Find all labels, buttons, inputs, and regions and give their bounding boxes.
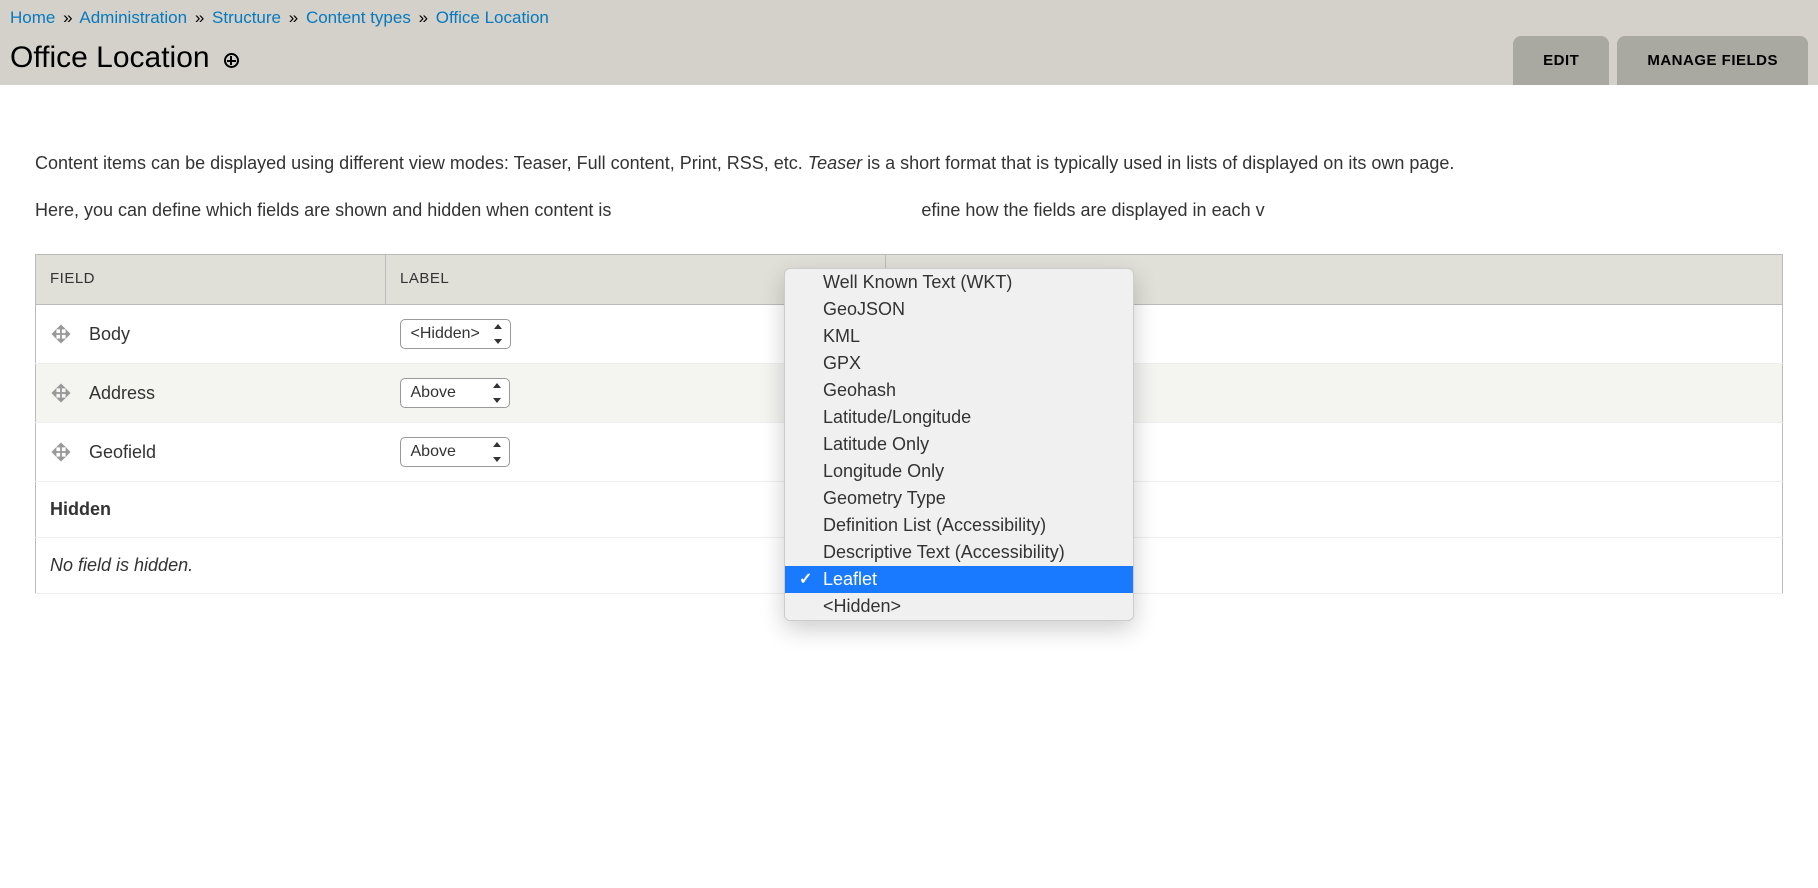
breadcrumb-sep: » <box>63 8 72 27</box>
description-p1: Content items can be displayed using dif… <box>35 150 1783 177</box>
label-select-address[interactable]: Above <box>400 378 510 408</box>
breadcrumb-home[interactable]: Home <box>10 8 55 27</box>
breadcrumb-structure[interactable]: Structure <box>212 8 281 27</box>
dropdown-option[interactable]: Geohash <box>785 377 1133 404</box>
dropdown-option[interactable]: Leaflet <box>785 566 1133 593</box>
breadcrumb-sep: » <box>289 8 298 27</box>
hidden-empty-text: No field is hidden. <box>50 555 193 575</box>
drag-handle-icon[interactable] <box>50 323 72 345</box>
dropdown-option[interactable]: Well Known Text (WKT) <box>785 269 1133 296</box>
breadcrumb-administration[interactable]: Administration <box>79 8 187 27</box>
format-dropdown-menu[interactable]: Well Known Text (WKT)GeoJSONKMLGPXGeohas… <box>784 268 1134 621</box>
page-title: Office Location <box>10 41 210 81</box>
dropdown-option[interactable]: Latitude Only <box>785 431 1133 458</box>
th-field: FIELD <box>36 255 386 305</box>
drag-handle-icon[interactable] <box>50 441 72 463</box>
text: Content items can be displayed using dif… <box>35 153 808 173</box>
dropdown-option[interactable]: <Hidden> <box>785 593 1133 620</box>
field-name: Geofield <box>89 441 156 461</box>
title-row: Office Location EDIT MANAGE FIELDS <box>10 36 1808 85</box>
emphasis-text: Teaser <box>808 153 862 173</box>
title-left: Office Location <box>10 41 239 81</box>
description-p2: Here, you can define which fields are sh… <box>35 197 1783 224</box>
add-icon[interactable] <box>224 53 239 68</box>
field-name: Address <box>89 382 155 402</box>
dropdown-option[interactable]: Descriptive Text (Accessibility) <box>785 539 1133 566</box>
hidden-section-title: Hidden <box>50 499 111 519</box>
tab-manage-fields[interactable]: MANAGE FIELDS <box>1617 36 1808 85</box>
label-select-geofield[interactable]: Above <box>400 437 510 467</box>
header-bar: Home » Administration » Structure » Cont… <box>0 0 1818 85</box>
dropdown-option[interactable]: Longitude Only <box>785 458 1133 485</box>
dropdown-option[interactable]: Geometry Type <box>785 485 1133 512</box>
label-select-body[interactable]: <Hidden> <box>400 319 511 349</box>
field-name: Body <box>89 323 130 343</box>
tabs: EDIT MANAGE FIELDS <box>1513 36 1808 85</box>
text: Here, you can define which fields are sh… <box>35 200 616 220</box>
dropdown-option[interactable]: Definition List (Accessibility) <box>785 512 1133 539</box>
breadcrumb-sep: » <box>195 8 204 27</box>
breadcrumb-content-types[interactable]: Content types <box>306 8 411 27</box>
dropdown-option[interactable]: KML <box>785 323 1133 350</box>
dropdown-option[interactable]: Latitude/Longitude <box>785 404 1133 431</box>
drag-handle-icon[interactable] <box>50 382 72 404</box>
dropdown-option[interactable]: GPX <box>785 350 1133 377</box>
tab-edit[interactable]: EDIT <box>1513 36 1609 85</box>
breadcrumb: Home » Administration » Structure » Cont… <box>10 8 1808 28</box>
breadcrumb-office-location[interactable]: Office Location <box>436 8 549 27</box>
dropdown-option[interactable]: GeoJSON <box>785 296 1133 323</box>
text: efine how the fields are displayed in ea… <box>921 200 1264 220</box>
text: is a short format that is typically used… <box>862 153 1454 173</box>
breadcrumb-sep: » <box>419 8 428 27</box>
